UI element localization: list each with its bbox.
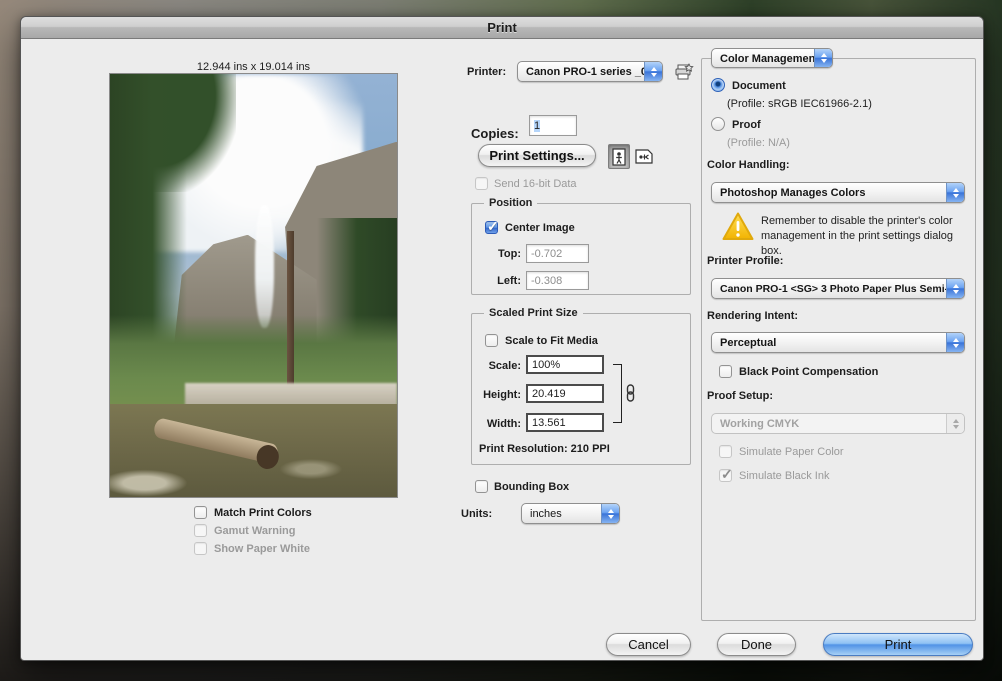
height-label: Height: (467, 389, 521, 401)
popup-arrows-icon (946, 183, 964, 202)
document-radio[interactable] (711, 78, 725, 92)
simulate-black-label: Simulate Black Ink (739, 470, 829, 482)
document-profile-label: (Profile: sRGB IEC61966-2.1) (727, 98, 872, 110)
show-paper-white-checkbox (194, 542, 207, 555)
document-label[interactable]: Document (732, 80, 786, 92)
landscape-orientation-icon (635, 149, 653, 164)
send-16bit-label: Send 16-bit Data (494, 178, 577, 190)
units-select[interactable]: inches (521, 503, 620, 524)
popup-arrows-icon (601, 504, 619, 523)
proof-radio[interactable] (711, 117, 725, 131)
gamut-warning-checkbox (194, 524, 207, 537)
scale-field[interactable] (526, 355, 604, 374)
print-label: Print (885, 637, 912, 652)
height-field[interactable] (526, 384, 604, 403)
copies-input[interactable]: 1 (529, 115, 577, 136)
center-image-label[interactable]: Center Image (505, 222, 575, 234)
cancel-button[interactable]: Cancel (606, 633, 691, 656)
print-resolution-label: Print Resolution: 210 PPI (479, 443, 610, 455)
title-bar: Print (21, 17, 983, 39)
bounding-box-checkbox[interactable] (475, 480, 488, 493)
print-button[interactable]: Print (823, 633, 973, 656)
scaled-print-size-legend: Scaled Print Size (484, 307, 583, 319)
top-label: Top: (481, 248, 521, 260)
rendering-intent-label: Rendering Intent: (707, 310, 798, 322)
printer-label: Printer: (467, 66, 506, 78)
portrait-orientation-icon (612, 148, 626, 166)
popup-arrows-icon (946, 279, 964, 298)
dimensions-label: 12.944 ins x 19.014 ins (109, 61, 398, 73)
rendering-intent-select[interactable]: Perceptual (711, 332, 965, 353)
printer-setup-icon[interactable] (674, 62, 694, 87)
scale-label: Scale: (471, 360, 521, 372)
portrait-orientation-button[interactable] (608, 144, 630, 169)
proof-setup-value: Working CMYK (712, 414, 946, 433)
preview-tree-trunk (287, 231, 294, 400)
color-handling-label: Color Handling: (707, 159, 790, 171)
color-management-value: Color Management (712, 49, 814, 67)
match-print-colors-checkbox[interactable] (194, 506, 207, 519)
proof-setup-select: Working CMYK (711, 413, 965, 434)
warning-icon (721, 211, 755, 247)
print-preview[interactable] (109, 73, 398, 498)
printer-profile-value: Canon PRO-1 <SG> 3 Photo Paper Plus Semi… (712, 279, 946, 298)
printer-profile-select[interactable]: Canon PRO-1 <SG> 3 Photo Paper Plus Semi… (711, 278, 965, 299)
popup-arrows-icon (644, 62, 662, 81)
scale-to-fit-label[interactable]: Scale to Fit Media (505, 335, 598, 347)
print-settings-button[interactable]: Print Settings... (478, 144, 596, 167)
color-handling-value: Photoshop Manages Colors (712, 183, 946, 202)
bounding-box-label[interactable]: Bounding Box (494, 481, 569, 493)
landscape-orientation-button[interactable] (633, 144, 655, 169)
position-legend: Position (484, 197, 537, 209)
show-paper-white-label: Show Paper White (214, 543, 310, 555)
popup-arrows-icon (946, 414, 964, 433)
units-select-value: inches (522, 504, 601, 523)
printer-select[interactable]: Canon PRO-1 series _0... (517, 61, 663, 82)
scale-to-fit-checkbox[interactable] (485, 334, 498, 347)
left-label: Left: (481, 275, 521, 287)
rendering-intent-value: Perceptual (712, 333, 946, 352)
width-label: Width: (469, 418, 521, 430)
color-handling-select[interactable]: Photoshop Manages Colors (711, 182, 965, 203)
popup-arrows-icon (814, 49, 832, 67)
copies-value: 1 (534, 120, 540, 132)
center-image-checkbox[interactable] (485, 221, 498, 234)
done-button[interactable]: Done (717, 633, 796, 656)
done-label: Done (741, 637, 772, 652)
units-label: Units: (461, 508, 492, 520)
printer-select-value: Canon PRO-1 series _0... (518, 62, 644, 81)
simulate-paper-label: Simulate Paper Color (739, 446, 844, 458)
link-bracket (613, 364, 622, 423)
black-point-label[interactable]: Black Point Compensation (739, 366, 878, 378)
proof-profile-label: (Profile: N/A) (727, 137, 790, 149)
copies-label: Copies: (471, 126, 519, 141)
link-icon[interactable] (626, 384, 635, 407)
preview-waterfall (255, 205, 274, 328)
color-management-select[interactable]: Color Management (711, 48, 833, 68)
dialog-title: Print (487, 20, 517, 35)
preview-river-bank (185, 383, 397, 406)
send-16bit-checkbox (475, 177, 488, 190)
match-print-colors-label[interactable]: Match Print Colors (214, 507, 312, 519)
simulate-paper-checkbox (719, 445, 732, 458)
gamut-warning-label: Gamut Warning (214, 525, 295, 537)
warning-text: Remember to disable the printer's color … (761, 214, 966, 259)
simulate-black-checkbox (719, 469, 732, 482)
print-dialog: Print 12.944 ins x 19.014 ins Match Prin… (20, 16, 984, 661)
proof-setup-label: Proof Setup: (707, 390, 773, 402)
width-field[interactable] (526, 413, 604, 432)
cancel-label: Cancel (628, 637, 668, 652)
printer-profile-label: Printer Profile: (707, 255, 783, 267)
left-field[interactable] (526, 271, 589, 290)
black-point-checkbox[interactable] (719, 365, 732, 378)
proof-label[interactable]: Proof (732, 119, 761, 131)
top-field[interactable] (526, 244, 589, 263)
print-settings-label: Print Settings... (489, 148, 584, 163)
popup-arrows-icon (946, 333, 964, 352)
